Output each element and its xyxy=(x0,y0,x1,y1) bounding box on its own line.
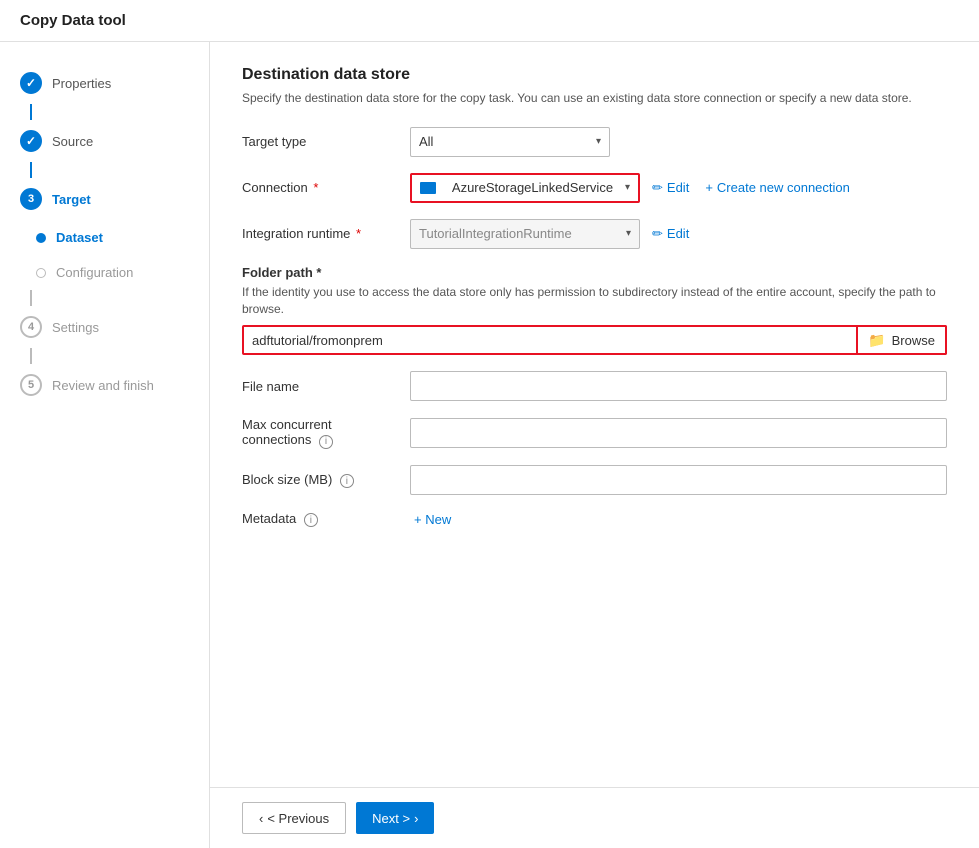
create-connection-button[interactable]: + Create new connection xyxy=(701,180,854,195)
sidebar: ✓ Properties ✓ Source 3 Target xyxy=(0,42,210,848)
sidebar-label-review: Review and finish xyxy=(52,378,154,393)
metadata-info-icon: i xyxy=(304,513,318,527)
folder-path-input[interactable] xyxy=(242,325,858,355)
max-concurrent-label: Max concurrent connections i xyxy=(242,417,402,449)
edit-integration-button[interactable]: ✏ Edit xyxy=(648,226,693,242)
sidebar-label-dataset: Dataset xyxy=(56,230,103,245)
main-panel: Destination data store Specify the desti… xyxy=(210,42,979,848)
step-circle-settings: 4 xyxy=(20,316,42,338)
integration-runtime-label: Integration runtime * xyxy=(242,226,402,241)
next-button[interactable]: Next > › xyxy=(356,802,434,834)
folder-input-row: 📁 Browse xyxy=(242,325,947,355)
connection-arrow: ▾ xyxy=(625,182,630,193)
folder-path-section: Folder path * If the identity you use to… xyxy=(242,265,947,356)
prev-arrow-icon: ‹ xyxy=(259,811,263,826)
step-circle-source: ✓ xyxy=(20,130,42,152)
edit-icon: ✏ xyxy=(652,180,663,196)
target-type-label: Target type xyxy=(242,134,402,149)
sidebar-item-settings[interactable]: 4 Settings xyxy=(0,306,209,348)
connection-select[interactable]: AzureStorageLinkedService ▾ xyxy=(410,173,640,203)
sidebar-label-source: Source xyxy=(52,134,93,149)
connector-line-3 xyxy=(30,290,32,306)
folder-path-label: Folder path * xyxy=(242,265,947,280)
integration-runtime-arrow: ▾ xyxy=(626,228,631,239)
sidebar-label-settings: Settings xyxy=(52,320,99,335)
folder-path-desc: If the identity you use to access the da… xyxy=(242,284,947,318)
integration-runtime-select[interactable]: TutorialIntegrationRuntime ▾ xyxy=(410,219,640,249)
sidebar-label-target: Target xyxy=(52,192,91,207)
edit-connection-button[interactable]: ✏ Edit xyxy=(648,180,693,196)
integration-runtime-control: TutorialIntegrationRuntime ▾ ✏ Edit xyxy=(410,219,947,249)
sidebar-item-review[interactable]: 5 Review and finish xyxy=(0,364,209,406)
dot-dataset xyxy=(36,233,46,243)
content-area: Destination data store Specify the desti… xyxy=(210,42,979,787)
sidebar-label-properties: Properties xyxy=(52,76,111,91)
file-name-input[interactable] xyxy=(410,371,947,401)
folder-icon: 📁 xyxy=(868,332,885,349)
max-concurrent-row: Max concurrent connections i xyxy=(242,417,947,449)
block-size-label: Block size (MB) i xyxy=(242,472,402,489)
sidebar-item-properties[interactable]: ✓ Properties xyxy=(0,62,209,104)
max-concurrent-info-icon: i xyxy=(319,435,333,449)
edit-integration-icon: ✏ xyxy=(652,226,663,242)
file-name-label: File name xyxy=(242,379,402,394)
metadata-label: Metadata i xyxy=(242,511,402,528)
step-circle-target: 3 xyxy=(20,188,42,210)
sidebar-label-configuration: Configuration xyxy=(56,265,133,280)
block-size-input[interactable] xyxy=(410,465,947,495)
app-container: Copy Data tool ✓ Properties ✓ Source xyxy=(0,0,979,848)
connector-line-1 xyxy=(30,104,32,120)
metadata-row: Metadata i + New xyxy=(242,511,947,528)
sidebar-item-configuration[interactable]: Configuration xyxy=(0,255,209,290)
browse-button[interactable]: 📁 Browse xyxy=(858,325,947,355)
connection-control: AzureStorageLinkedService ▾ ✏ Edit + Cre… xyxy=(410,173,947,203)
storage-icon xyxy=(420,182,436,194)
target-type-arrow: ▾ xyxy=(596,136,601,147)
block-size-row: Block size (MB) i xyxy=(242,465,947,495)
file-name-row: File name xyxy=(242,371,947,401)
app-title: Copy Data tool xyxy=(0,0,979,42)
previous-button[interactable]: ‹ < Previous xyxy=(242,802,346,834)
next-arrow-icon: › xyxy=(414,811,418,826)
new-metadata-button[interactable]: + New xyxy=(414,512,451,527)
max-concurrent-input[interactable] xyxy=(410,418,947,448)
connection-label: Connection * xyxy=(242,180,402,195)
main-content: ✓ Properties ✓ Source 3 Target xyxy=(0,42,979,848)
target-type-row: Target type All ▾ xyxy=(242,127,947,157)
connector-line-4 xyxy=(30,348,32,364)
section-title: Destination data store xyxy=(242,66,947,84)
dot-configuration xyxy=(36,268,46,278)
plus-icon: + xyxy=(705,180,713,195)
sidebar-item-dataset[interactable]: Dataset xyxy=(0,220,209,255)
step-circle-review: 5 xyxy=(20,374,42,396)
connection-row: Connection * AzureStorageLinkedService ▾… xyxy=(242,173,947,203)
section-desc: Specify the destination data store for t… xyxy=(242,90,947,107)
integration-runtime-row: Integration runtime * TutorialIntegratio… xyxy=(242,219,947,249)
block-size-info-icon: i xyxy=(340,474,354,488)
sidebar-item-source[interactable]: ✓ Source xyxy=(0,120,209,162)
footer: ‹ < Previous Next > › xyxy=(210,787,979,848)
sidebar-item-target[interactable]: 3 Target xyxy=(0,178,209,220)
target-type-control: All ▾ xyxy=(410,127,947,157)
target-type-select[interactable]: All ▾ xyxy=(410,127,610,157)
connector-line-2 xyxy=(30,162,32,178)
step-circle-properties: ✓ xyxy=(20,72,42,94)
